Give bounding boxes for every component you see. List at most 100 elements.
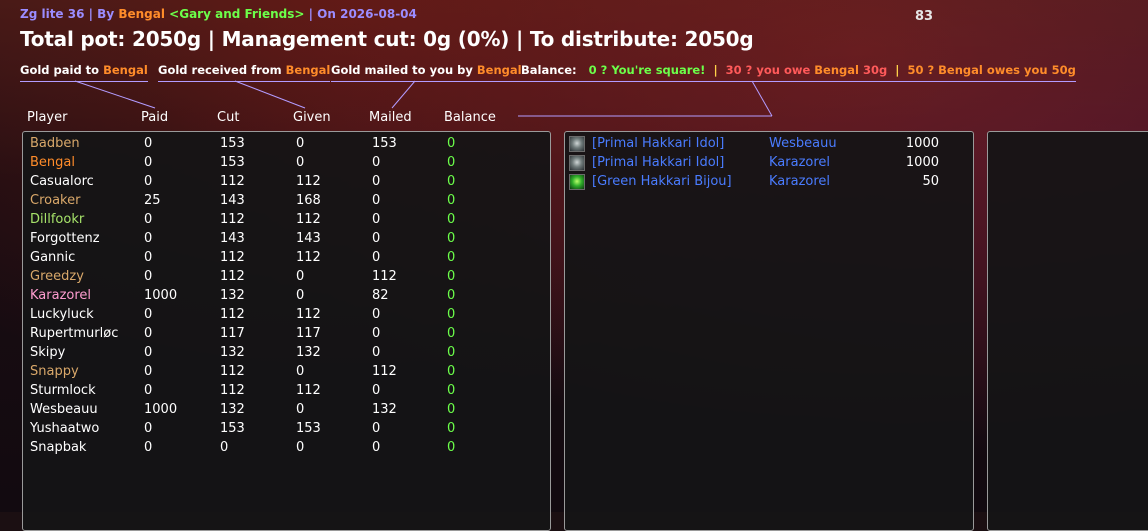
- player-name: Wesbeauu: [30, 402, 98, 417]
- loot-winner: Karazorel: [769, 174, 831, 189]
- pot-summary-title: Total pot: 2050g | Management cut: 0g (0…: [20, 27, 754, 51]
- player-given: 0: [296, 136, 305, 151]
- player-cut: 153: [220, 421, 245, 436]
- player-balance: 0: [447, 364, 456, 379]
- player-row[interactable]: Luckyluck 0 112 112 0 0: [23, 307, 550, 326]
- player-given: 0: [296, 155, 305, 170]
- player-paid: 0: [144, 136, 153, 151]
- player-mailed: 0: [372, 421, 381, 436]
- loot-amount: 50: [922, 174, 939, 189]
- player-row[interactable]: Snapbak 0 0 0 0 0: [23, 440, 550, 459]
- player-row[interactable]: Bengal 0 153 0 0 0: [23, 155, 550, 174]
- loot-panel[interactable]: [Primal Hakkari Idol] Wesbeauu 1000 [Primal…: [564, 131, 974, 531]
- player-mailed: 112: [372, 269, 397, 284]
- player-given: 0: [296, 288, 305, 303]
- player-balance: 0: [447, 345, 456, 360]
- loot-row[interactable]: [Green Hakkari Bijou] Karazorel 50: [565, 174, 973, 193]
- player-mailed: 0: [372, 155, 381, 170]
- player-cut: 112: [220, 383, 245, 398]
- player-mailed: 112: [372, 364, 397, 379]
- player-row[interactable]: Greedzy 0 112 0 112 0: [23, 269, 550, 288]
- raid-prefix: Zg lite 36 | By: [20, 7, 119, 21]
- player-row[interactable]: Snappy 0 112 0 112 0: [23, 364, 550, 383]
- player-name: Rupertmurløc: [30, 326, 119, 341]
- player-name: Greedzy: [30, 269, 84, 284]
- player-name: Snappy: [30, 364, 79, 379]
- player-row[interactable]: Yushaatwo 0 153 153 0 0: [23, 421, 550, 440]
- player-given: 153: [296, 421, 321, 436]
- player-mailed: 0: [372, 174, 381, 189]
- player-cut: 132: [220, 345, 245, 360]
- player-given: 112: [296, 307, 321, 322]
- column-header-given: Given: [293, 110, 331, 125]
- loot-row[interactable]: [Primal Hakkari Idol] Karazorel 1000: [565, 155, 973, 174]
- player-paid: 0: [144, 269, 153, 284]
- player-row[interactable]: Gannic 0 112 112 0 0: [23, 250, 550, 269]
- player-row[interactable]: Badben 0 153 0 153 0: [23, 136, 550, 155]
- player-balance: 0: [447, 231, 456, 246]
- player-balance: 0: [447, 326, 456, 341]
- legend-owe-prefix: 30 ? you owe: [725, 63, 815, 77]
- player-name: Karazorel: [30, 288, 92, 303]
- player-name: Bengal: [30, 155, 75, 170]
- player-paid: 0: [144, 345, 153, 360]
- player-given: 0: [296, 402, 305, 417]
- player-given: 112: [296, 250, 321, 265]
- player-paid: 0: [144, 307, 153, 322]
- player-name: Snapbak: [30, 440, 87, 455]
- player-paid: 0: [144, 174, 153, 189]
- player-paid: 0: [144, 421, 153, 436]
- loot-winner: Karazorel: [769, 155, 831, 170]
- player-row[interactable]: Rupertmurløc 0 117 117 0 0: [23, 326, 550, 345]
- bijou-icon[interactable]: [569, 174, 585, 190]
- player-cut: 117: [220, 326, 245, 341]
- player-mailed: 0: [372, 383, 381, 398]
- player-paid: 0: [144, 231, 153, 246]
- player-cut: 112: [220, 307, 245, 322]
- column-header-paid: Paid: [141, 110, 169, 125]
- loot-item-link[interactable]: [Green Hakkari Bijou]: [592, 174, 732, 189]
- legend-received-name: Bengal: [285, 63, 331, 77]
- player-name: Yushaatwo: [30, 421, 100, 436]
- player-row[interactable]: Forgottenz 0 143 143 0 0: [23, 231, 550, 250]
- player-row[interactable]: Wesbeauu 1000 132 0 132 0: [23, 402, 550, 421]
- raid-author: Bengal: [118, 7, 165, 21]
- player-given: 168: [296, 193, 321, 208]
- player-mailed: 0: [372, 231, 381, 246]
- player-balance: 0: [447, 269, 456, 284]
- legend-gold-received: Gold received from Bengal: [158, 63, 331, 82]
- legend-paid-name: Bengal: [103, 63, 148, 77]
- idol-icon[interactable]: [569, 136, 585, 152]
- player-row[interactable]: Skipy 0 132 132 0 0: [23, 345, 550, 364]
- legend-mailed-label: Gold mailed to you by: [331, 63, 477, 77]
- player-mailed: 0: [372, 440, 381, 455]
- loot-row[interactable]: [Primal Hakkari Idol] Wesbeauu 1000: [565, 136, 973, 155]
- player-cut: 132: [220, 402, 245, 417]
- players-panel[interactable]: Badben 0 153 0 153 0 Bengal 0 153 0 0 0 Casualorc 0 11…: [22, 131, 551, 531]
- player-mailed: 132: [372, 402, 397, 417]
- player-paid: 1000: [144, 402, 178, 417]
- player-balance: 0: [447, 193, 456, 208]
- player-row[interactable]: Casualorc 0 112 112 0 0: [23, 174, 550, 193]
- loot-item-link[interactable]: [Primal Hakkari Idol]: [592, 155, 724, 170]
- player-paid: 25: [144, 193, 161, 208]
- loot-item-link[interactable]: [Primal Hakkari Idol]: [592, 136, 724, 151]
- player-cut: 143: [220, 231, 245, 246]
- player-row[interactable]: Sturmlock 0 112 112 0 0: [23, 383, 550, 402]
- player-row[interactable]: Karazorel 1000 132 0 82 0: [23, 288, 550, 307]
- player-balance: 0: [447, 307, 456, 322]
- player-cut: 112: [220, 269, 245, 284]
- idol-icon[interactable]: [569, 155, 585, 171]
- player-given: 132: [296, 345, 321, 360]
- player-mailed: 0: [372, 193, 381, 208]
- player-name: Badben: [30, 136, 80, 151]
- player-name: Casualorc: [30, 174, 94, 189]
- player-paid: 0: [144, 155, 153, 170]
- player-name: Skipy: [30, 345, 66, 360]
- player-row[interactable]: Croaker 25 143 168 0 0: [23, 193, 550, 212]
- player-cut: 153: [220, 155, 245, 170]
- player-paid: 0: [144, 250, 153, 265]
- player-row[interactable]: Dillfookr 0 112 112 0 0: [23, 212, 550, 231]
- player-name: Luckyluck: [30, 307, 94, 322]
- player-given: 112: [296, 174, 321, 189]
